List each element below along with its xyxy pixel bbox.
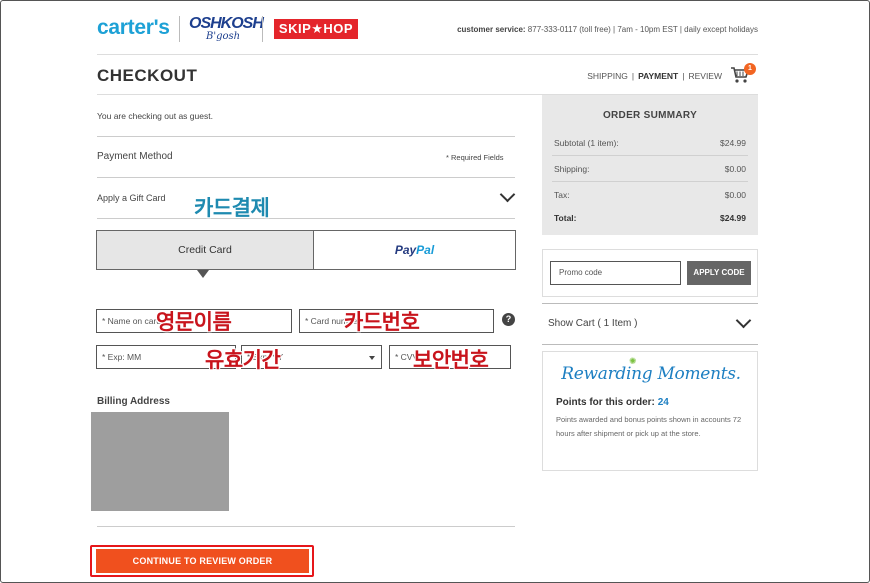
rewards-logo-text: Rewarding Moments.: [561, 364, 741, 384]
sun-icon: ✺: [629, 357, 637, 367]
promo-code-input[interactable]: Promo code: [550, 261, 681, 285]
tab-paypal[interactable]: Pay Pal: [314, 231, 515, 269]
chevron-down-icon: [735, 312, 752, 329]
order-summary-panel: ORDER SUMMARY Subtotal (1 item): $24.99 …: [542, 95, 758, 235]
billing-address-heading: Billing Address: [97, 396, 170, 407]
row-divider: [97, 177, 515, 178]
cart-count-badge: 1: [744, 63, 756, 75]
required-fields-note: * Required Fields: [446, 153, 504, 162]
annotation-card-number: 카드번호: [344, 310, 420, 334]
customer-service-info: customer service: 877-333-0117 (toll fre…: [457, 25, 758, 34]
customer-service-label: customer service:: [457, 25, 526, 34]
logo-divider: [262, 16, 263, 42]
step-shipping[interactable]: SHIPPING: [587, 71, 628, 81]
summary-label: Tax:: [554, 190, 570, 200]
row-divider: [97, 136, 515, 137]
summary-label: Subtotal (1 item):: [554, 138, 619, 148]
gift-card-toggle[interactable]: Apply a Gift Card: [97, 193, 166, 203]
annotation-expiry: 유효기간: [205, 348, 281, 372]
summary-value: $24.99: [720, 213, 746, 223]
header-divider: [97, 54, 758, 55]
order-summary-title: ORDER SUMMARY: [602, 110, 698, 121]
redacted-address-block: [91, 412, 229, 511]
row-divider: [97, 218, 515, 219]
summary-label: Total:: [554, 213, 577, 223]
guest-checkout-text: You are checking out as guest.: [97, 111, 213, 121]
help-circle-icon[interactable]: ?: [502, 313, 515, 326]
summary-row-subtotal: Subtotal (1 item): $24.99: [554, 138, 746, 148]
rewarding-moments-logo: ✺ Rewarding Moments.: [543, 357, 759, 384]
rewards-panel: ✺ Rewarding Moments. Points for this ord…: [542, 351, 758, 471]
points-value: 24: [657, 397, 669, 408]
show-cart-toggle[interactable]: Show Cart ( 1 Item ): [542, 303, 758, 345]
summary-row-shipping: Shipping: $0.00: [554, 164, 746, 174]
summary-row-total: Total: $24.99: [554, 213, 746, 223]
paypal-logo-pay: Pay: [394, 243, 417, 257]
order-points: Points for this order: 24: [556, 397, 669, 408]
apply-code-button[interactable]: APPLY CODE: [687, 261, 751, 285]
summary-value: $24.99: [720, 138, 746, 148]
tab-credit-card[interactable]: Credit Card: [97, 231, 314, 278]
skiphop-logo[interactable]: SKIP★HOP: [274, 19, 358, 39]
paypal-logo-pal: Pal: [416, 243, 435, 257]
promo-code-panel: Promo code APPLY CODE: [542, 249, 758, 297]
checkout-steps: SHIPPING | PAYMENT | REVIEW: [587, 71, 722, 81]
oshkosh-logo-sub: B'gosh: [206, 31, 241, 42]
summary-row-tax: Tax: $0.00: [554, 190, 746, 200]
row-divider: [97, 526, 515, 527]
show-cart-label: Show Cart ( 1 Item ): [548, 318, 638, 329]
payment-method-heading: Payment Method: [97, 151, 173, 162]
summary-value: $0.00: [724, 164, 746, 174]
continue-to-review-button[interactable]: CONTINUE TO REVIEW ORDER: [96, 549, 309, 573]
logo-divider: [179, 16, 180, 42]
page-title: CHECKOUT: [97, 66, 198, 85]
payment-type-tabs: Credit Card Pay Pal: [96, 230, 516, 278]
summary-divider: [552, 155, 748, 156]
annotation-english-name: 영문이름: [156, 310, 232, 334]
summary-divider: [552, 181, 748, 182]
step-payment: PAYMENT: [638, 71, 679, 81]
carters-logo[interactable]: carter's: [97, 16, 170, 40]
customer-service-text: 877-333-0117 (toll free) | 7am - 10pm ES…: [527, 25, 758, 34]
step-review: REVIEW: [688, 71, 722, 81]
points-label: Points for this order:: [556, 397, 655, 408]
summary-label: Shipping:: [554, 164, 590, 174]
rewards-note: Points awarded and bonus points shown in…: [556, 415, 742, 438]
caret-down-icon: [369, 356, 375, 360]
summary-value: $0.00: [724, 190, 746, 200]
annotation-security-code: 보안번호: [413, 348, 489, 372]
annotation-card-payment: 카드결제: [194, 196, 270, 220]
